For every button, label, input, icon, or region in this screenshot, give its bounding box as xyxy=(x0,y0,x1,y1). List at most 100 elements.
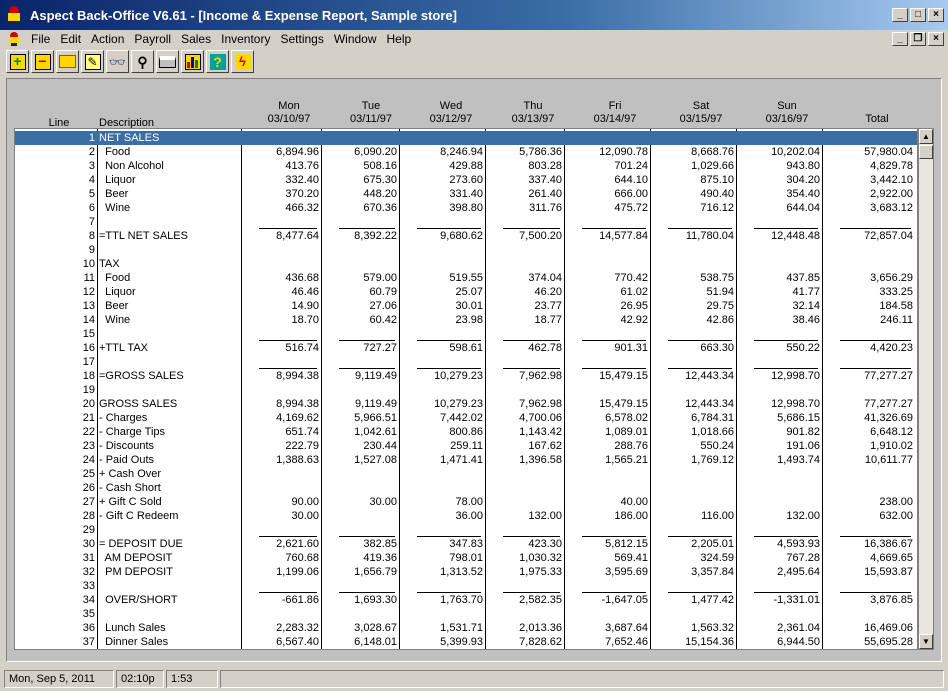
table-row[interactable]: 4 Liquor 332.40 675.30 273.60 337.40 644.10 87… xyxy=(15,173,917,187)
scroll-down-button[interactable]: ▼ xyxy=(919,634,933,649)
table-row[interactable]: 13 Beer 14.90 27.06 30.01 23.77 26.95 29.75 32.… xyxy=(15,299,917,313)
close-button[interactable]: × xyxy=(928,8,944,22)
table-row[interactable]: 23 - Discounts 222.79 230.44 259.11 167.62 288… xyxy=(15,439,917,453)
chart-button[interactable] xyxy=(181,50,204,73)
minimize-button[interactable]: _ xyxy=(892,8,908,22)
row-day-value: 331.40 xyxy=(449,188,483,200)
remove-button[interactable]: − xyxy=(31,50,54,73)
table-row[interactable]: 30 = DEPOSIT DUE 2,621.60 382.85 347.83 423.3… xyxy=(15,537,917,551)
table-row[interactable]: 6 Wine 466.32 670.36 398.80 311.76 475.72 716.… xyxy=(15,201,917,215)
doc-close-button[interactable]: × xyxy=(928,32,944,46)
table-row[interactable]: 34 OVER/SHORT -661.86 1,693.30 1,763.70 2,58… xyxy=(15,593,917,607)
table-row[interactable]: 33 xyxy=(15,579,917,593)
row-day-value xyxy=(650,131,734,145)
vertical-scrollbar[interactable]: ▲ ▼ xyxy=(918,128,934,650)
row-description: OVER/SHORT xyxy=(99,594,178,606)
help-button[interactable]: ? xyxy=(206,50,229,73)
table-row[interactable]: 17 xyxy=(15,355,917,369)
add-button[interactable]: + xyxy=(6,50,29,73)
table-row[interactable]: 28 - Gift C Redeem 30.00 36.00 132.00 186.00 1… xyxy=(15,509,917,523)
header-day-date: 03/13/97 xyxy=(511,113,555,125)
doc-restore-button[interactable]: ❐ xyxy=(910,32,926,46)
run-button[interactable]: ϟ xyxy=(231,50,254,73)
row-total-value: 6,648.12 xyxy=(870,426,913,438)
table-row[interactable]: 18 =GROSS SALES 8,994.38 9,119.49 10,279.23 7… xyxy=(15,369,917,383)
table-row[interactable]: 2 Food 6,894.96 6,090.20 8,246.94 5,786.36 12… xyxy=(15,145,917,159)
menu-action[interactable]: Action xyxy=(86,32,129,46)
report-grid[interactable]: 1 NET SALES 2 Food 6,894.96 6,090.20 8,246.94… xyxy=(14,128,918,650)
row-day-value: 311.76 xyxy=(529,202,562,214)
row-day-value xyxy=(321,607,397,621)
row-description xyxy=(99,523,241,537)
table-row[interactable]: 26 - Cash Short xyxy=(15,481,917,495)
row-day-value: 12,443.34 xyxy=(685,370,734,382)
row-day-value: 2,205.01 xyxy=(691,538,734,550)
app-logo-icon[interactable] xyxy=(6,6,22,24)
table-row[interactable]: 29 xyxy=(15,523,917,537)
menu-settings[interactable]: Settings xyxy=(275,32,328,46)
row-total-value xyxy=(822,215,913,229)
table-row[interactable]: 8 =TTL NET SALES 8,477.64 8,392.22 9,680.62 7… xyxy=(15,229,917,243)
row-day-value: 10,202.04 xyxy=(771,146,820,158)
row-day-value: 1,493.74 xyxy=(777,454,820,466)
row-day-value xyxy=(564,579,648,593)
table-row[interactable]: 20 GROSS SALES 8,994.38 9,119.49 10,279.23 7,… xyxy=(15,397,917,411)
table-row[interactable]: 27 + Gift C Sold 90.00 30.00 78.00 40.00 238.0… xyxy=(15,495,917,509)
doc-minimize-button[interactable]: _ xyxy=(892,32,908,46)
table-row[interactable]: 24 - Paid Outs 1,388.63 1,527.08 1,471.41 1,3… xyxy=(15,453,917,467)
scroll-up-button[interactable]: ▲ xyxy=(919,129,933,144)
row-day-value: 337.40 xyxy=(528,174,562,186)
find-button[interactable]: 👓 xyxy=(106,50,129,73)
header-day-date: 03/11/97 xyxy=(349,113,392,125)
table-row[interactable]: 1 NET SALES xyxy=(15,131,917,145)
menu-sales[interactable]: Sales xyxy=(176,32,216,46)
open-button[interactable] xyxy=(56,50,79,73)
header-day-date: 03/10/97 xyxy=(267,113,311,125)
row-day-value: 579.00 xyxy=(363,272,397,284)
menu-file[interactable]: File xyxy=(26,32,55,46)
menu-window[interactable]: Window xyxy=(329,32,382,46)
table-row[interactable]: 22 - Charge Tips 651.74 1,042.61 800.86 1,143… xyxy=(15,425,917,439)
table-row[interactable]: 9 xyxy=(15,243,917,257)
table-row[interactable]: 3 Non Alcohol 413.76 508.16 429.88 803.28 701… xyxy=(15,159,917,173)
row-day-value: 2,013.36 xyxy=(519,622,562,634)
table-row[interactable]: 16 +TTL TAX 516.74 727.27 598.61 462.78 901.31… xyxy=(15,341,917,355)
menu-help[interactable]: Help xyxy=(382,32,417,46)
table-row[interactable]: 32 PM DEPOSIT 1,199.06 1,656.79 1,313.52 1,9… xyxy=(15,565,917,579)
table-row[interactable]: 25 + Cash Over xyxy=(15,467,917,481)
row-line-number: 16 xyxy=(82,342,95,354)
table-row[interactable]: 21 - Charges 4,169.62 5,966.51 7,442.02 4,700… xyxy=(15,411,917,425)
row-description: - Discounts xyxy=(99,440,155,452)
header-day-name: Tue xyxy=(361,100,381,112)
row-description: Liquor xyxy=(99,174,136,186)
menu-payroll[interactable]: Payroll xyxy=(129,32,176,46)
row-day-value xyxy=(564,215,648,229)
maximize-button[interactable]: □ xyxy=(910,8,926,22)
table-row[interactable]: 14 Wine 18.70 60.42 23.98 18.77 42.92 42.86 38.… xyxy=(15,313,917,327)
table-row[interactable]: 7 xyxy=(15,215,917,229)
row-total-value xyxy=(822,355,913,369)
table-row[interactable]: 36 Lunch Sales 2,283.32 3,028.67 1,531.71 2,… xyxy=(15,621,917,635)
zoom-button[interactable]: ⚲ xyxy=(131,50,154,73)
row-total-value: 2,922.00 xyxy=(870,188,913,200)
edit-button[interactable]: ✎ xyxy=(81,50,104,73)
table-row[interactable]: 12 Liquor 46.46 60.79 25.07 46.20 61.02 51.94 4… xyxy=(15,285,917,299)
folder-icon xyxy=(59,55,76,68)
table-row[interactable]: 31 AM DEPOSIT 760.68 419.36 798.01 1,030.32 5… xyxy=(15,551,917,565)
row-day-value: 5,686.15 xyxy=(777,412,820,424)
row-day-value: 6,784.31 xyxy=(691,412,734,424)
document-icon[interactable] xyxy=(6,31,22,47)
menu-edit[interactable]: Edit xyxy=(55,32,86,46)
table-row[interactable]: 10 TAX xyxy=(15,257,917,271)
table-row[interactable]: 5 Beer 370.20 448.20 331.40 261.40 666.00 490.… xyxy=(15,187,917,201)
table-row[interactable]: 35 xyxy=(15,607,917,621)
print-button[interactable] xyxy=(156,50,179,73)
row-day-value xyxy=(485,467,562,481)
scroll-thumb[interactable] xyxy=(919,145,933,159)
table-row[interactable]: 19 xyxy=(15,383,917,397)
table-row[interactable]: 15 xyxy=(15,327,917,341)
table-row[interactable]: 37 Dinner Sales 6,567.40 6,148.01 5,399.93 7… xyxy=(15,635,917,649)
table-row[interactable]: 11 Food 436.68 579.00 519.55 374.04 770.42 538… xyxy=(15,271,917,285)
menu-inventory[interactable]: Inventory xyxy=(216,32,275,46)
row-day-value: 324.59 xyxy=(700,552,734,564)
